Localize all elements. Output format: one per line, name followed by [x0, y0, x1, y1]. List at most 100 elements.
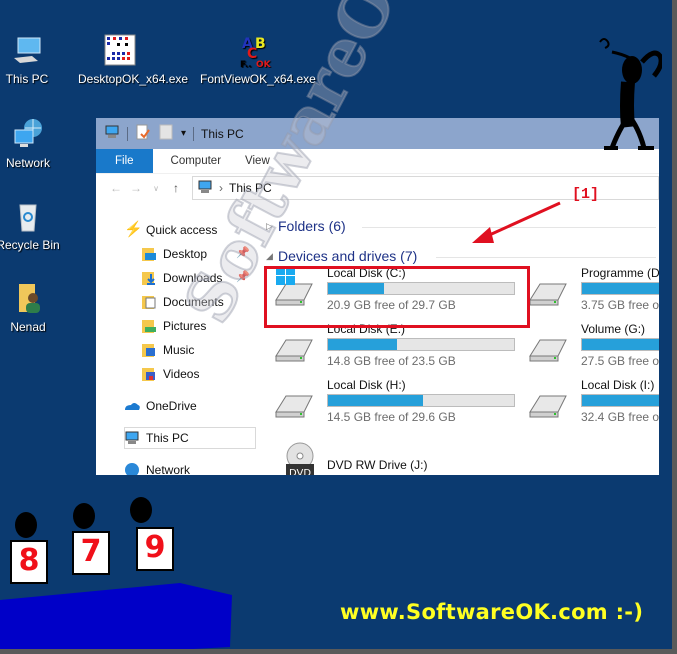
drive-usage-fill [582, 339, 659, 350]
desktop-icon-nenad[interactable]: Nenad [0, 282, 68, 334]
window-title: This PC [201, 126, 244, 141]
desktop-icon-label: Recycle Bin [0, 238, 60, 252]
nav-label: Network [146, 463, 191, 475]
quick-access-star-icon: ⚡ [124, 221, 143, 238]
ribbon-tabs: File Computer View [96, 149, 659, 174]
customize-toolbar-icon[interactable]: ▾ [181, 128, 186, 139]
desktop-icon-recycle-bin[interactable]: Recycle Bin [0, 200, 68, 252]
nav-label: This PC [146, 431, 189, 445]
fontviewok-icon: A B C F.. OK [238, 34, 272, 70]
nav-network[interactable]: Network [124, 460, 190, 475]
score-card: 9 [136, 527, 174, 571]
desktop-icon-label: DesktopOK_x64.exe [78, 72, 189, 86]
drive-free-space: 14.8 GB free of 23.5 GB [327, 354, 456, 368]
pin-icon[interactable]: 📌 [236, 246, 250, 259]
desktop-icon-this-pc[interactable]: This PC [0, 34, 67, 86]
tab-computer[interactable]: Computer [153, 149, 240, 173]
expand-triangle-icon: ▷ [266, 220, 273, 231]
this-pc-icon [124, 430, 140, 446]
annotation-marker: [1] [572, 186, 600, 203]
svg-text:DVD: DVD [289, 468, 311, 475]
nav-pictures[interactable]: Pictures [141, 316, 206, 336]
nav-label: OneDrive [146, 399, 197, 413]
nav-documents[interactable]: Documents [141, 292, 224, 312]
hard-drive-icon [526, 386, 570, 420]
downloads-folder-icon [141, 270, 157, 286]
pictures-folder-icon [141, 318, 157, 334]
drive-item[interactable]: Local Disk (I:) 32.4 GB free of [520, 374, 659, 426]
nav-quick-access[interactable]: ⚡ Quick access [124, 220, 217, 240]
nav-music[interactable]: Music [141, 340, 194, 360]
up-arrow-icon[interactable]: ↑ [166, 181, 186, 195]
desktop-icon-desktopok[interactable]: DesktopOK_x64.exe [78, 34, 189, 86]
drive-usage-fill [582, 283, 659, 294]
drive-free-space: 3.75 GB free of [581, 298, 659, 312]
group-divider [436, 257, 656, 258]
drive-item[interactable]: Local Disk (H:) 14.5 GB free of 29.6 GB [266, 374, 515, 426]
separator [193, 126, 195, 141]
navigation-pane: ⚡ Quick access Desktop 📌 Downloads 📌 Doc… [96, 210, 266, 475]
separator [127, 126, 128, 141]
desktop-icon-fontviewok[interactable]: A B C F.. OK FontViewOK_x64.exe [200, 34, 316, 86]
forward-arrow-icon[interactable]: → [126, 181, 146, 195]
nav-label: Videos [163, 367, 200, 381]
desktop-icon-label: Network [5, 156, 50, 170]
svg-text:F..: F.. [240, 60, 252, 68]
desktop-icon-label: This PC [5, 72, 49, 86]
recent-locations-chevron-icon[interactable]: ∨ [146, 184, 166, 193]
drive-usage-bar [327, 394, 515, 407]
drive-item[interactable]: Programme (D:) 3.75 GB free of [520, 262, 659, 314]
new-folder-icon[interactable] [159, 124, 173, 143]
nav-desktop[interactable]: Desktop [141, 244, 207, 264]
drive-name: Programme (D:) [581, 266, 659, 280]
drive-name: Volume (G:) [581, 322, 646, 336]
network-globe-icon [124, 462, 140, 475]
tab-view[interactable]: View [239, 149, 288, 173]
documents-folder-icon [141, 294, 157, 310]
recycle-bin-icon [11, 200, 45, 234]
hard-drive-icon [272, 330, 316, 364]
dvd-drive-icon: DVD [272, 442, 316, 475]
desktop-icon-network[interactable]: Network [0, 118, 68, 170]
drive-name: Local Disk (I:) [581, 378, 655, 392]
nav-videos[interactable]: Videos [141, 364, 199, 384]
drive-usage-fill [328, 395, 423, 406]
drive-usage-bar [581, 338, 659, 351]
group-label: Folders (6) [278, 218, 346, 234]
drive-item[interactable]: DVD DVD RW Drive (J:) [266, 430, 506, 475]
computer-icon [10, 34, 44, 68]
nav-label: Downloads [163, 271, 223, 285]
onedrive-cloud-icon [124, 398, 140, 414]
desktop-icon-label: FontViewOK_x64.exe [200, 72, 316, 86]
drive-usage-fill [582, 395, 659, 406]
tab-file[interactable]: File [96, 149, 153, 173]
nav-this-pc[interactable]: This PC [124, 428, 189, 448]
drive-free-space: 27.5 GB free of [581, 354, 659, 368]
network-icon [11, 118, 45, 152]
pin-icon[interactable]: 📌 [236, 270, 250, 283]
hard-drive-icon [526, 330, 570, 364]
drive-usage-fill [328, 339, 397, 350]
this-pc-icon [104, 124, 120, 143]
videos-folder-icon [141, 366, 157, 382]
this-pc-icon [197, 179, 213, 198]
drive-free-space: 32.4 GB free of [581, 410, 659, 424]
nav-label: Documents [163, 295, 224, 309]
breadcrumb-this-pc[interactable]: This PC [229, 181, 272, 195]
nav-onedrive[interactable]: OneDrive [124, 396, 197, 416]
nav-downloads[interactable]: Downloads [141, 268, 222, 288]
thinking-stick-figure [599, 38, 662, 150]
back-arrow-icon[interactable]: ← [106, 181, 126, 195]
properties-icon[interactable] [135, 124, 151, 143]
score-card: 8 [10, 540, 48, 584]
nav-label: Desktop [163, 247, 208, 261]
drive-item[interactable]: Volume (G:) 27.5 GB free of [520, 318, 659, 370]
breadcrumb-chevron-icon[interactable]: › [219, 181, 223, 195]
hard-drive-icon [526, 274, 570, 308]
desktop: This PC DesktopOK_x64.exe A B C F.. OK FontV… [0, 0, 672, 649]
nav-label: Quick access [146, 223, 218, 237]
nav-label: Pictures [163, 319, 207, 333]
score-card: 7 [72, 531, 110, 575]
desktop-folder-icon [141, 246, 157, 262]
website-caption: www.SoftwareOK.com :-) [340, 600, 644, 624]
